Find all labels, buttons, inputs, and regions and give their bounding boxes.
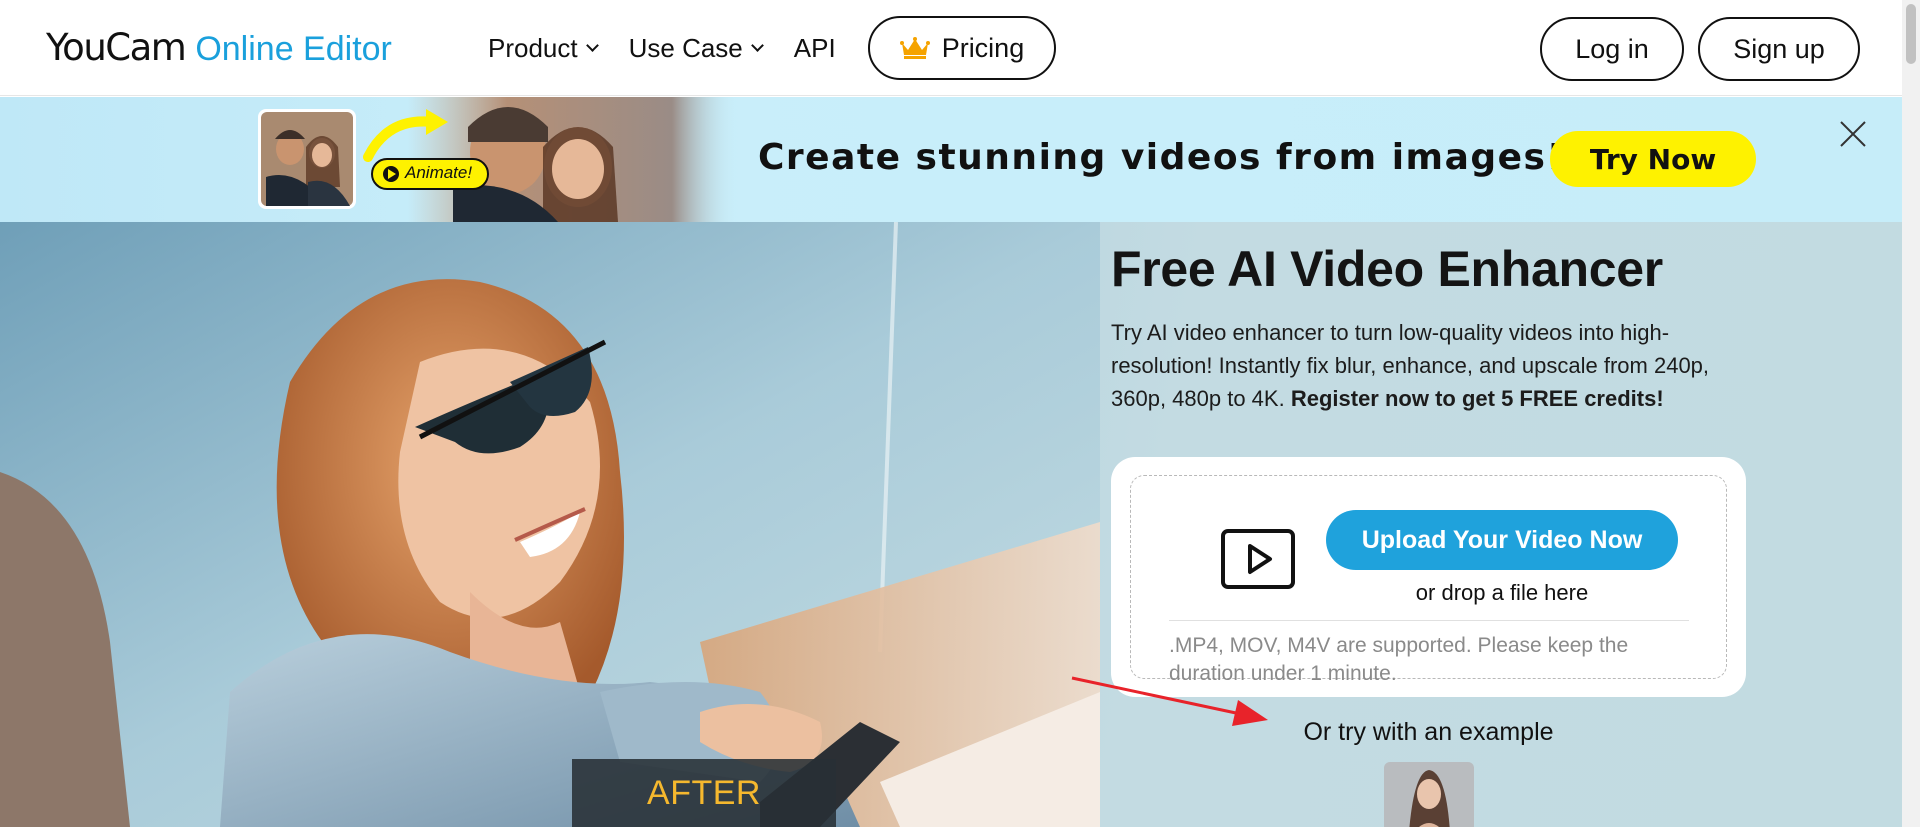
play-icon <box>1221 529 1295 589</box>
hero-photo-woman-sunglasses <box>0 222 1100 827</box>
after-label: AFTER <box>572 759 836 827</box>
chevron-down-icon <box>750 38 764 52</box>
youcam-logo[interactable]: YouCam Online Editor <box>46 26 392 74</box>
drop-zone[interactable]: Upload Your Video Now or drop a file her… <box>1130 475 1727 685</box>
animate-badge-label: Animate! <box>405 163 473 182</box>
upload-card[interactable]: Upload Your Video Now or drop a file her… <box>1111 457 1746 697</box>
logo-sub-text: Online Editor <box>195 30 392 68</box>
nav-menu: Product Use Case API Pricing <box>488 0 1057 96</box>
page-title: Free AI Video Enhancer <box>1111 241 1663 297</box>
close-icon[interactable] <box>1838 119 1868 149</box>
chevron-down-icon <box>585 38 599 52</box>
nav-item-product[interactable]: Product <box>488 32 599 64</box>
drop-file-text: or drop a file here <box>1415 580 1589 605</box>
auth-buttons: Log in Sign up <box>1540 17 1860 81</box>
banner-animate-illustration <box>258 97 738 222</box>
promo-banner[interactable]: Animate! Create stunning videos from ima… <box>0 97 1902 222</box>
banner-headline: Create stunning videos from images! <box>758 137 1565 178</box>
nav-item-use-case[interactable]: Use Case <box>628 32 764 64</box>
signup-button[interactable]: Sign up <box>1698 17 1860 81</box>
nav-item-label: Product <box>488 32 578 63</box>
hero-section: AFTER Free AI Video Enhancer Try AI vide… <box>0 222 1902 827</box>
top-navigation: YouCam Online Editor Product Use Case AP… <box>0 0 1902 96</box>
logo-main-text: YouCam <box>46 26 187 69</box>
pricing-button[interactable]: Pricing <box>867 16 1057 80</box>
login-button[interactable]: Log in <box>1540 17 1684 81</box>
nav-item-api[interactable]: API <box>794 33 836 64</box>
nav-item-label: Use Case <box>628 32 743 63</box>
register-promo-text: Register now to get 5 FREE credits! <box>1290 386 1664 411</box>
example-heading: Or try with an example <box>1303 718 1554 746</box>
vertical-scrollbar[interactable] <box>1902 0 1920 827</box>
nav-item-label: API <box>793 32 836 63</box>
hero-description: Try AI video enhancer to turn low-qualit… <box>1111 316 1751 415</box>
supported-formats-text: .MP4, MOV, M4V are supported. Please kee… <box>1169 634 1629 685</box>
scrollbar-thumb[interactable] <box>1906 4 1916 64</box>
divider <box>1169 620 1689 621</box>
crown-icon <box>899 37 930 59</box>
example-video-thumbnail[interactable] <box>1384 762 1474 827</box>
pricing-label: Pricing <box>941 32 1025 63</box>
upload-video-button[interactable]: Upload Your Video Now <box>1326 510 1678 570</box>
try-now-button[interactable]: Try Now <box>1550 131 1756 187</box>
